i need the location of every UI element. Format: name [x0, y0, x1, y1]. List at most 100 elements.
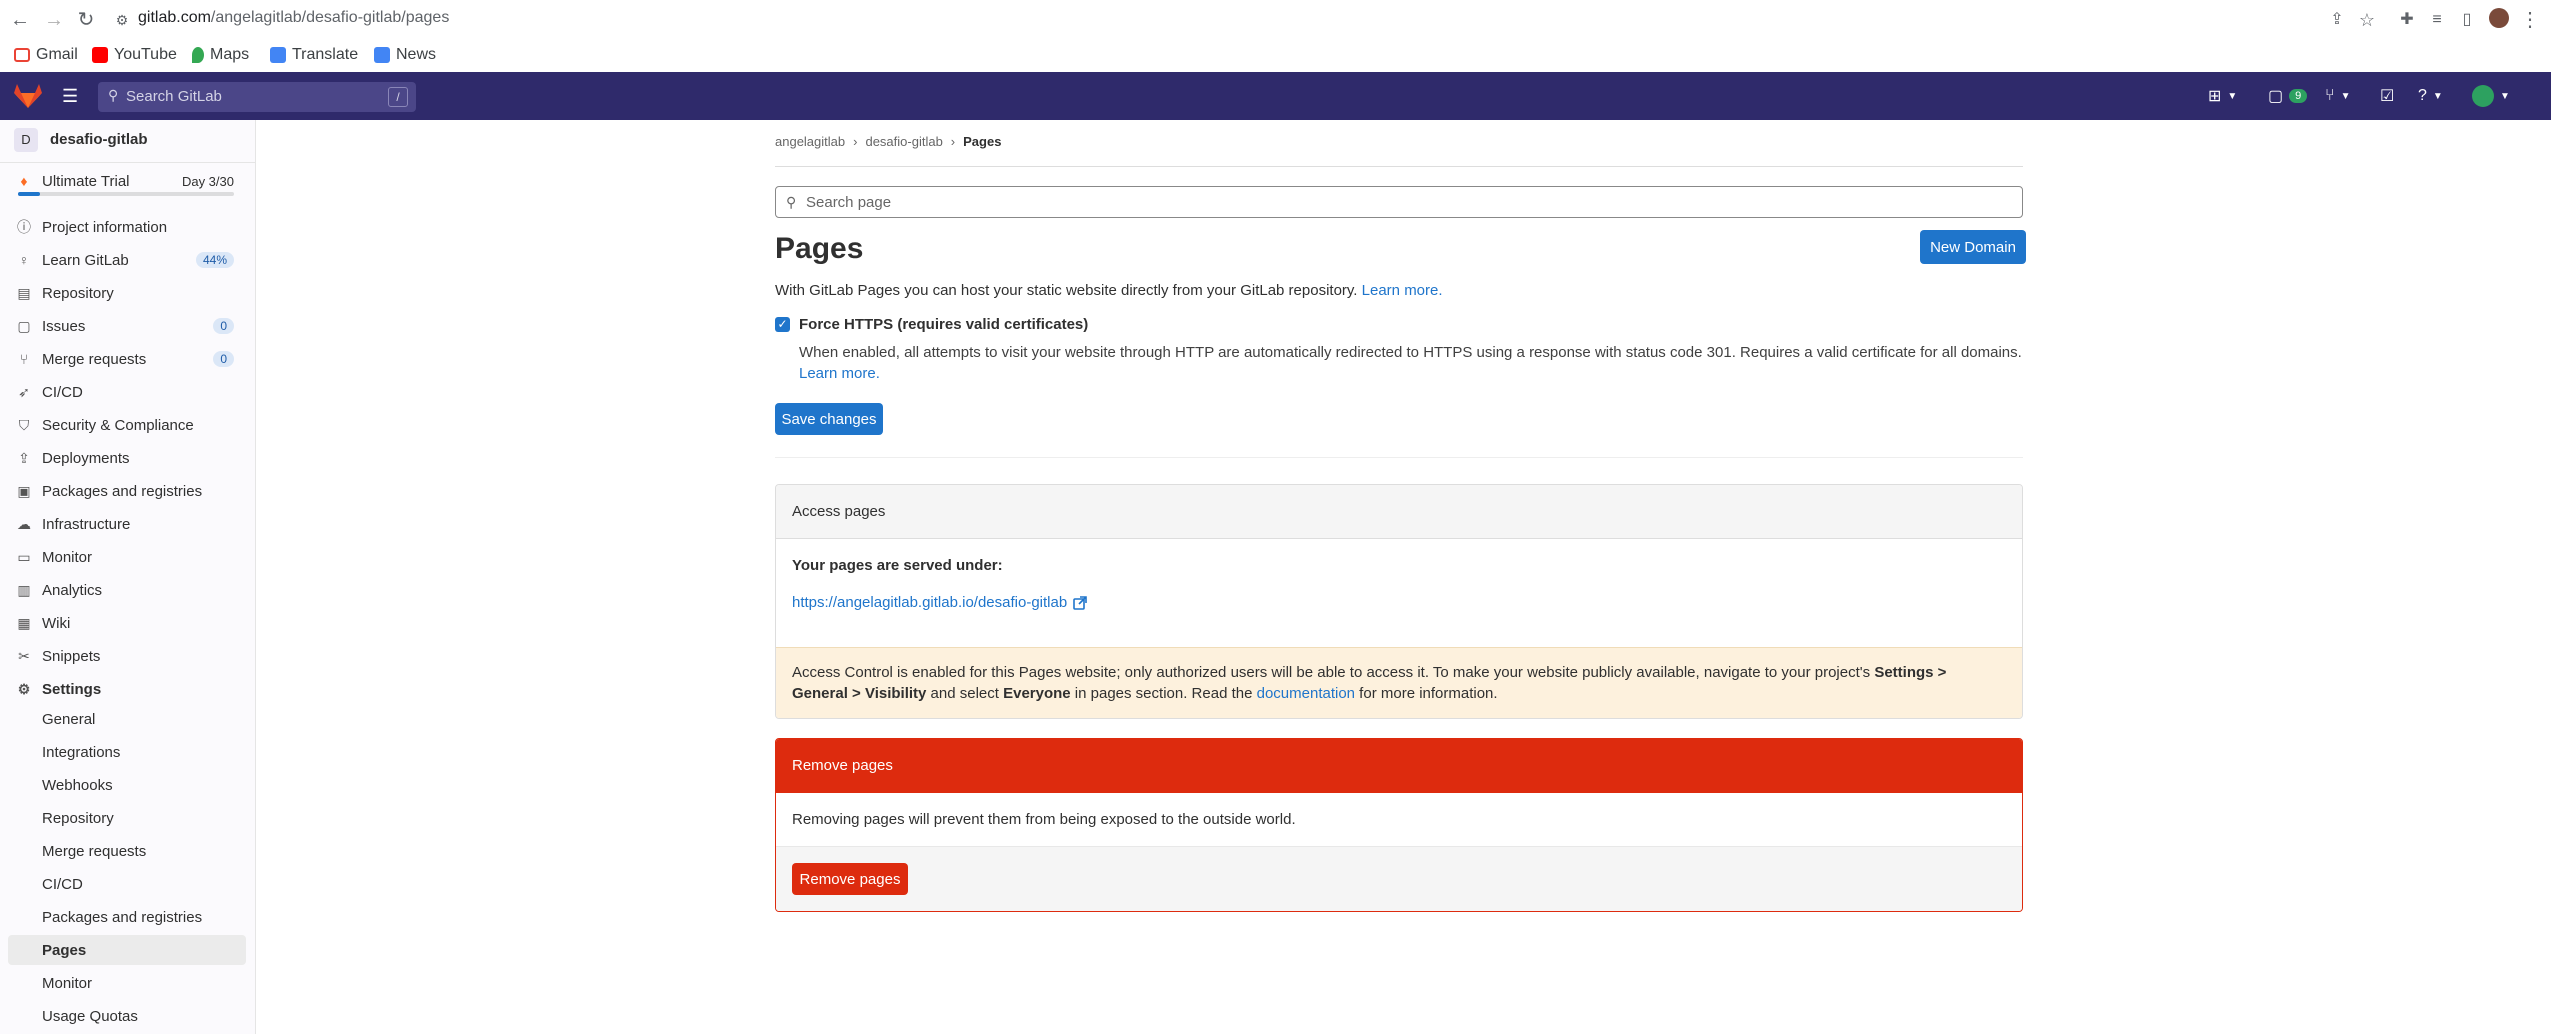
sidebar-item-deployments[interactable]: ⇪ Deployments: [16, 443, 244, 473]
access-pages-header: Access pages: [776, 485, 2022, 539]
bookmark-gmail[interactable]: Gmail: [14, 44, 78, 66]
sidebar-item-snippets[interactable]: ✂ Snippets: [16, 641, 244, 671]
access-pages-body: Your pages are served under: https://ang…: [776, 539, 2022, 647]
profile-avatar[interactable]: [2487, 8, 2511, 32]
issues-button[interactable]: ▢ 9: [2268, 84, 2308, 108]
sidebar-item-label: CI/CD: [42, 383, 83, 401]
global-search-input[interactable]: ⚲ Search GitLab /: [98, 82, 416, 112]
star-icon[interactable]: ☆: [2355, 8, 2379, 32]
hamburger-menu-icon[interactable]: ☰: [62, 84, 78, 108]
gmail-icon: [14, 48, 30, 62]
settings-subitem-merge-requests[interactable]: Merge requests: [42, 836, 242, 866]
page-title: Pages: [775, 232, 864, 265]
todo-icon: ☑: [2380, 88, 2395, 105]
help-icon: ?: [2418, 87, 2427, 104]
browser-toolbar: ← → ↻ ⚙ gitlab.com/angelagitlab/desafio-…: [0, 0, 2551, 38]
sidebar-item-packages-and-registries[interactable]: ▣ Packages and registries: [16, 476, 244, 506]
settings-subitem-integrations[interactable]: Integrations: [42, 737, 242, 767]
trial-progress-bar: [18, 192, 234, 196]
sidebar-item-ci-cd[interactable]: ➶ CI/CD: [16, 377, 244, 407]
reload-icon[interactable]: ↻: [74, 8, 98, 32]
documentation-link[interactable]: documentation: [1257, 685, 1355, 702]
project-avatar[interactable]: D: [14, 128, 38, 152]
side-panel-icon[interactable]: ▯: [2455, 8, 2479, 32]
breadcrumb-current[interactable]: Pages: [963, 134, 1001, 149]
page-search-input[interactable]: ⚲ Search page: [775, 186, 2023, 218]
issues-icon: ▢: [17, 318, 31, 334]
sidebar-item-label: Merge requests: [42, 350, 147, 368]
extensions-icon[interactable]: ✚: [2395, 8, 2419, 32]
sidebar-item-infrastructure[interactable]: ☁ Infrastructure: [16, 509, 244, 539]
count-badge: 0: [213, 351, 234, 367]
save-changes-button[interactable]: Save changes: [775, 403, 883, 435]
breadcrumb-user[interactable]: angelagitlab: [775, 134, 845, 149]
force-https-label[interactable]: Force HTTPS (requires valid certificates…: [799, 316, 1088, 333]
trial-days: Day 3/30: [181, 173, 234, 189]
breadcrumb-project[interactable]: desafio-gitlab: [865, 134, 942, 149]
package-icon: ▣: [17, 483, 31, 499]
bookmark-maps[interactable]: Maps: [192, 44, 249, 66]
help-dropdown[interactable]: ? ▼: [2418, 84, 2443, 108]
book-icon: ▦: [17, 615, 31, 631]
bookmark-news[interactable]: News: [374, 44, 436, 66]
search-icon: ⚲: [108, 87, 119, 103]
https-learn-more-link[interactable]: Learn more.: [799, 365, 880, 382]
address-bar[interactable]: gitlab.com/angelagitlab/desafio-gitlab/p…: [138, 9, 449, 27]
remove-pages-button[interactable]: Remove pages: [792, 863, 908, 895]
sidebar-item-analytics[interactable]: ▥ Analytics: [16, 575, 244, 605]
forward-icon[interactable]: →: [42, 8, 66, 32]
settings-subitem-pages[interactable]: Pages: [42, 935, 242, 965]
chevron-down-icon: ▼: [2432, 90, 2443, 102]
learn-more-link[interactable]: Learn more.: [1362, 282, 1443, 299]
scissors-icon: ✂: [18, 648, 30, 664]
help-text: When enabled, all attempts to visit your…: [799, 344, 2022, 361]
site-info-icon[interactable]: ⚙: [110, 8, 134, 32]
sidebar-item-security-compliance[interactable]: ⛉ Security & Compliance: [16, 410, 244, 440]
create-new-dropdown[interactable]: ⊞ ▼: [2208, 84, 2237, 108]
settings-subitem-webhooks[interactable]: Webhooks: [42, 770, 242, 800]
back-icon[interactable]: ←: [8, 8, 32, 32]
chevron-right-icon: ›: [853, 134, 858, 149]
sidebar-item-label: Project information: [42, 218, 168, 236]
bookmark-translate[interactable]: Translate: [270, 44, 358, 66]
settings-subitem-general[interactable]: General: [42, 704, 242, 734]
new-domain-button[interactable]: New Domain: [1920, 230, 2026, 264]
sidebar-item-issues[interactable]: ▢ Issues 0: [16, 311, 244, 341]
project-name[interactable]: desafio-gitlab: [50, 131, 148, 148]
sidebar-item-merge-requests[interactable]: ⑂ Merge requests 0: [16, 344, 244, 374]
user-menu[interactable]: ▼: [2472, 84, 2510, 108]
sidebar-item-repository[interactable]: ▤ Repository: [16, 278, 244, 308]
doc-icon: ▤: [17, 285, 31, 301]
gitlab-logo-icon[interactable]: [14, 83, 42, 109]
reading-list-icon[interactable]: ≡: [2425, 8, 2449, 32]
merge-icon: ⑂: [19, 351, 29, 367]
trial-progress-fill: [18, 192, 40, 196]
sidebar-item-monitor[interactable]: ▭ Monitor: [16, 542, 244, 572]
chart-icon: ▥: [17, 582, 31, 598]
sidebar-item-settings[interactable]: ⚙ Settings: [16, 674, 244, 704]
sidebar-item-learn-gitlab[interactable]: ♀ Learn GitLab 44%: [16, 245, 244, 275]
access-pages-panel: Access pages Your pages are served under…: [775, 484, 2023, 719]
external-link-icon[interactable]: [1073, 595, 1087, 610]
bookmark-youtube[interactable]: YouTube: [92, 44, 177, 66]
share-icon[interactable]: ⇪: [2325, 8, 2349, 32]
settings-subitem-packages-and-registries[interactable]: Packages and registries: [42, 902, 242, 932]
settings-subitem-usage-quotas[interactable]: Usage Quotas: [42, 1001, 242, 1031]
settings-subitem-monitor[interactable]: Monitor: [42, 968, 242, 998]
merge-requests-dropdown[interactable]: ⑂ ▼: [2325, 84, 2351, 108]
settings-subitem-ci-cd[interactable]: CI/CD: [42, 869, 242, 899]
search-shortcut-hint: /: [388, 87, 408, 107]
deploy-icon: ⇪: [18, 450, 30, 466]
remove-pages-header: Remove pages: [776, 739, 2022, 793]
rocket-icon: ➶: [18, 384, 30, 400]
settings-subitem-repository[interactable]: Repository: [42, 803, 242, 833]
sidebar-item-wiki[interactable]: ▦ Wiki: [16, 608, 244, 638]
force-https-checkbox[interactable]: ✓: [775, 317, 790, 332]
sidebar-item-label: Repository: [42, 284, 114, 302]
pages-url-link[interactable]: https://angelagitlab.gitlab.io/desafio-g…: [792, 594, 1067, 611]
menu-icon[interactable]: ⋮: [2518, 8, 2542, 32]
sidebar-item-project-information[interactable]: ⓘ Project information: [16, 212, 244, 242]
youtube-icon: [92, 47, 108, 63]
todos-button[interactable]: ☑: [2380, 84, 2394, 108]
trial-label: Ultimate Trial: [42, 172, 130, 190]
